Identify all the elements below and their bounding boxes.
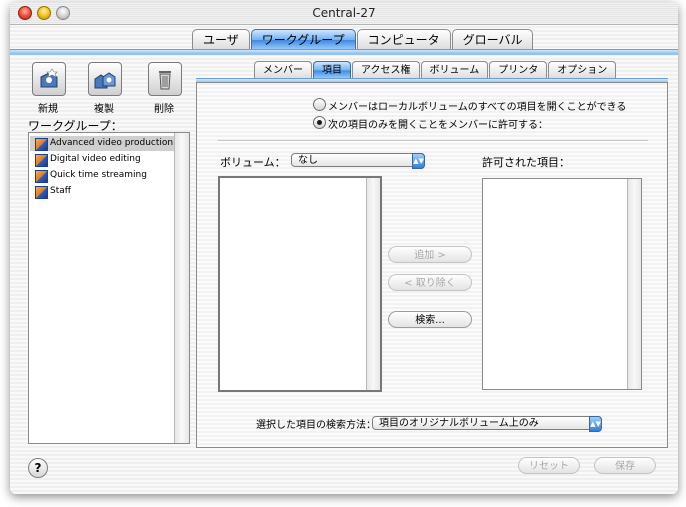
main-tab-bar: ユーザ ワークグループ コンピュータ グローバル	[192, 29, 534, 50]
radio-all-items[interactable]	[313, 98, 326, 111]
radio-all-items-label: メンバーはローカルボリュームのすべての項目を開くことができる	[328, 102, 627, 113]
tab-workgroups[interactable]: ワークグループ	[250, 29, 356, 50]
workgroup-list-scrollbar[interactable]	[174, 133, 189, 443]
radio-only-items-label: 次の項目のみを開くことをメンバーに許可する：	[328, 120, 548, 131]
tab-access[interactable]: アクセス権	[352, 61, 420, 79]
duplicate-workgroup-icon	[94, 72, 116, 89]
new-label: 新規	[38, 104, 58, 115]
list-item[interactable]: Staff	[30, 184, 174, 199]
delete-label: 削除	[154, 104, 174, 115]
tab-printers[interactable]: プリンタ	[489, 61, 548, 79]
workgroup-item-label: Staff	[50, 186, 71, 196]
trash-icon	[159, 71, 171, 90]
new-workgroup-icon	[40, 68, 58, 88]
volume-browser-list[interactable]	[218, 176, 382, 392]
window-title: Central-27	[312, 6, 376, 20]
main-tab-divider	[10, 49, 678, 55]
tab-volumes[interactable]: ボリューム	[420, 61, 489, 79]
title-bar[interactable]: Central-27	[10, 2, 678, 25]
tab-items[interactable]: 項目	[313, 61, 351, 79]
workgroup-icon	[35, 186, 48, 199]
app-window: Central-27 ユーザ ワークグループ コンピュータ グローバル 新規 複…	[10, 2, 678, 494]
tab-users[interactable]: ユーザ	[192, 29, 250, 50]
allowed-items-list[interactable]	[482, 178, 642, 390]
remove-button[interactable]: < 取り除く	[388, 274, 472, 291]
search-method-select-value: 項目のオリジナルボリューム上のみ	[379, 418, 539, 429]
search-method-label: 選択した項目の検索方法：	[256, 420, 376, 431]
tab-members[interactable]: メンバー	[254, 61, 312, 79]
volume-label: ボリューム：	[220, 156, 286, 169]
popup-arrows-icon: ▲▼	[412, 153, 425, 169]
workgroup-icon	[35, 154, 48, 167]
workgroup-icon	[35, 138, 48, 151]
volume-select[interactable]: なし ▲▼	[291, 153, 425, 169]
volume-select-value: なし	[298, 155, 318, 166]
workgroup-icon	[35, 170, 48, 183]
workgroup-item-label: Quick time streaming	[50, 170, 147, 180]
section-divider	[218, 140, 648, 142]
allowed-items-scrollbar[interactable]	[627, 179, 641, 389]
list-item[interactable]: Quick time streaming	[30, 168, 174, 183]
list-item[interactable]: Digital video editing	[30, 152, 174, 167]
workgroup-item-label: Advanced video production	[50, 138, 174, 148]
popup-arrows-icon: ▲▼	[589, 416, 602, 432]
list-item[interactable]: Advanced video production	[30, 136, 174, 151]
delete-button[interactable]	[148, 62, 182, 96]
sub-tab-bar: メンバー 項目 アクセス権 ボリューム プリンタ オプション	[254, 61, 617, 79]
search-method-select[interactable]: 項目のオリジナルボリューム上のみ ▲▼	[372, 416, 602, 432]
allowed-items-label: 許可された項目：	[482, 156, 570, 169]
tab-options[interactable]: オプション	[548, 61, 617, 79]
help-button[interactable]: ?	[28, 458, 48, 478]
tab-computers[interactable]: コンピュータ	[356, 29, 451, 50]
duplicate-label: 複製	[94, 104, 114, 115]
volume-browser-scrollbar[interactable]	[366, 178, 380, 390]
search-button[interactable]: 検索...	[388, 311, 472, 328]
new-button[interactable]	[32, 62, 66, 96]
workgroup-list[interactable]: Advanced video production Digital video …	[28, 132, 190, 444]
save-button[interactable]: 保存	[594, 457, 656, 474]
radio-only-items[interactable]	[313, 116, 326, 129]
tab-global[interactable]: グローバル	[451, 29, 534, 50]
add-button[interactable]: 追加 >	[388, 246, 472, 263]
duplicate-button[interactable]	[88, 62, 122, 96]
workgroup-item-label: Digital video editing	[50, 154, 141, 164]
reset-button[interactable]: リセット	[518, 457, 580, 474]
